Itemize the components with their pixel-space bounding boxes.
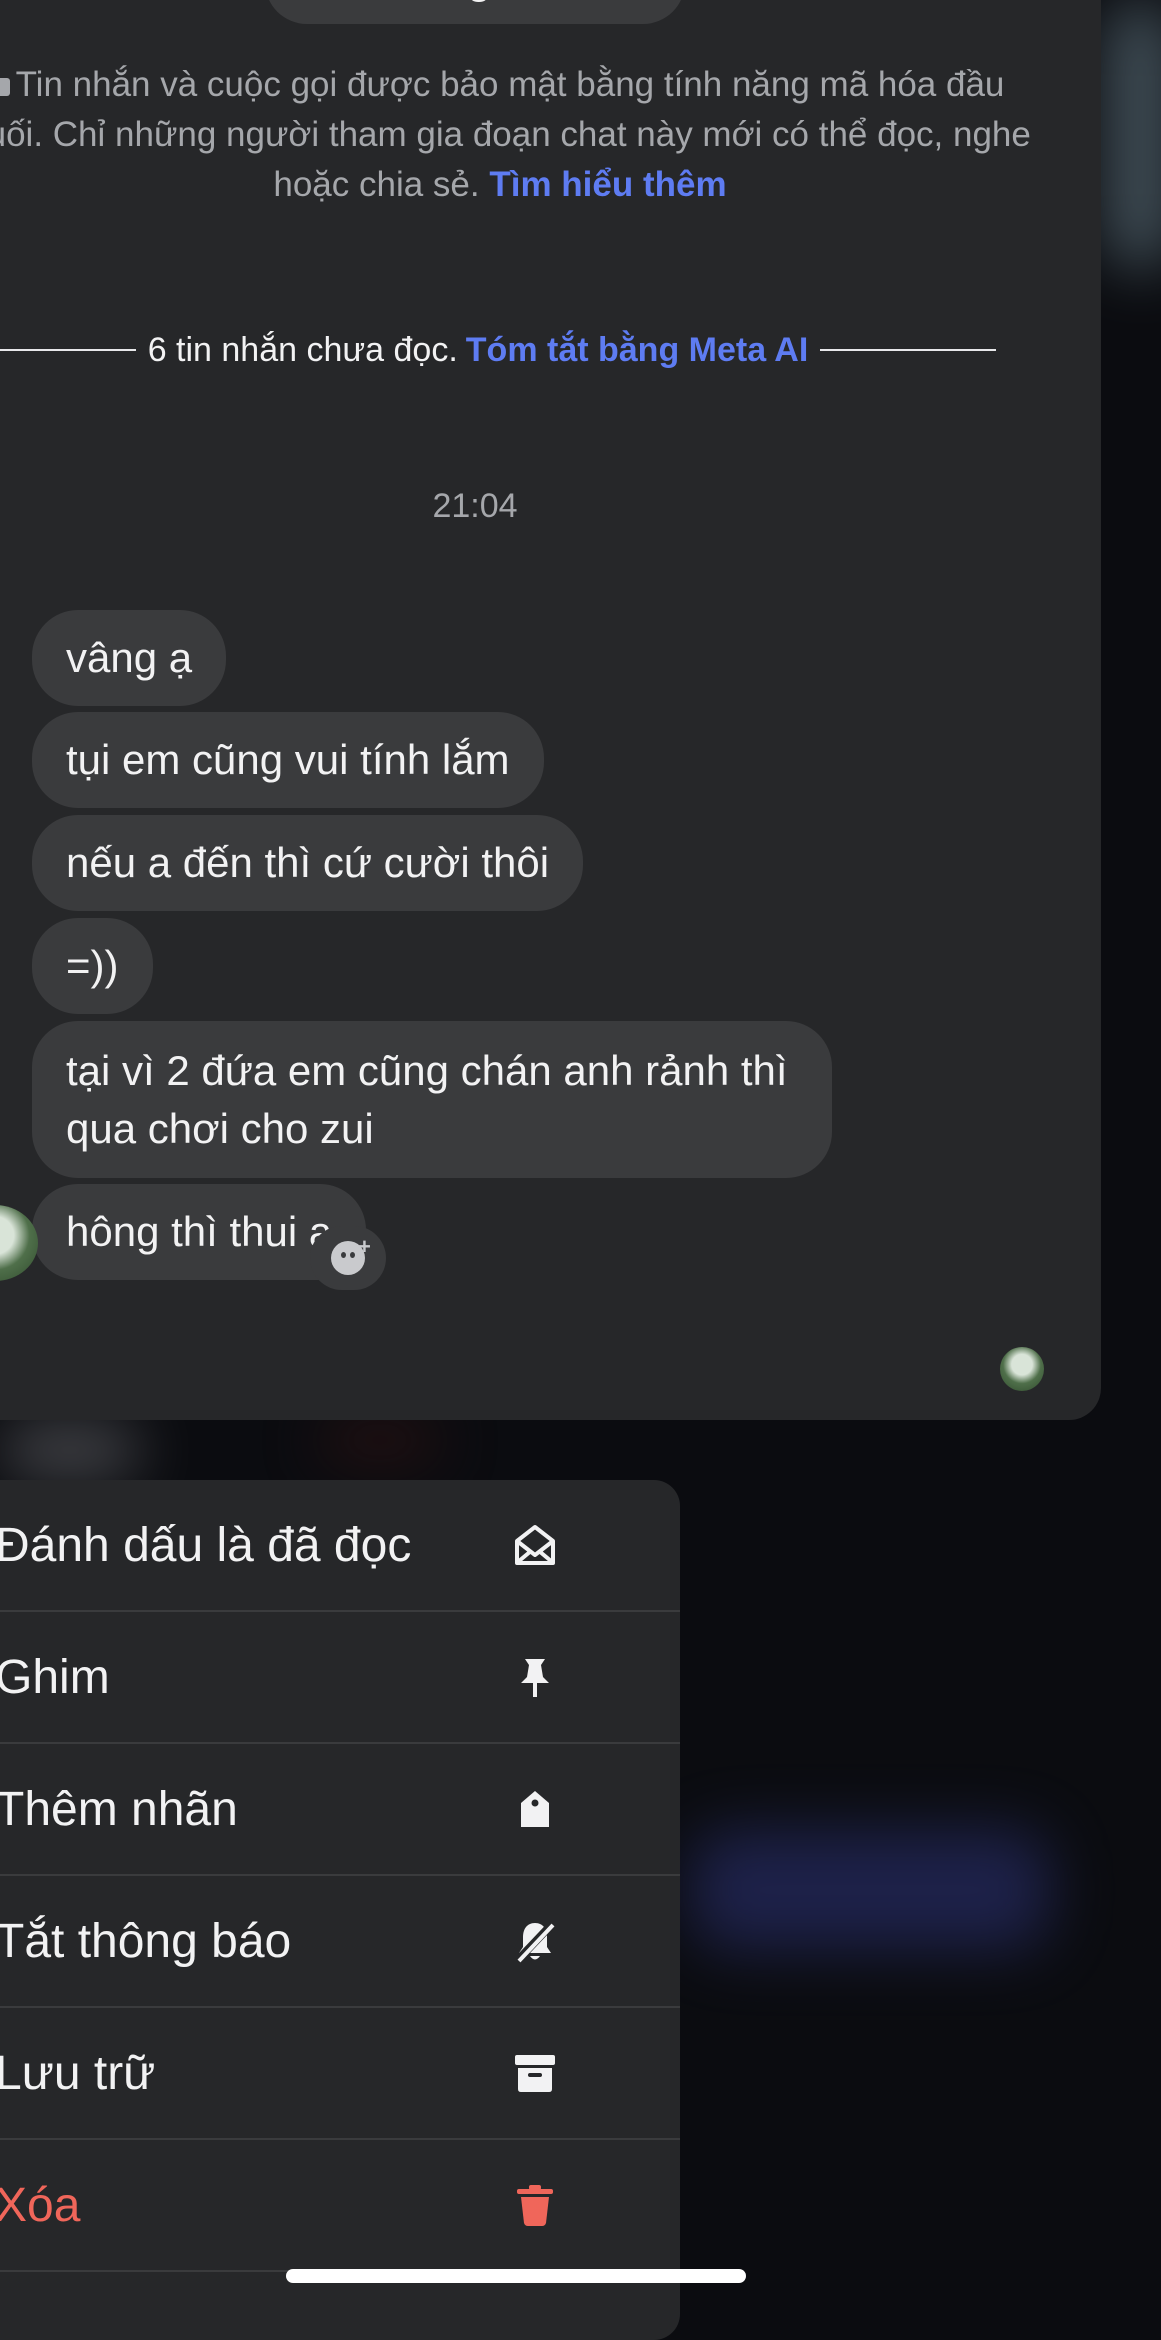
learn-more-link[interactable]: Tìm hiểu thêm: [489, 165, 726, 204]
archive-icon: [505, 2043, 565, 2103]
bell-slash-icon: [505, 1911, 565, 1971]
unread-count-text: 6 tin nhắn chưa đọc. Tóm tắt bằng Meta AI: [136, 331, 821, 370]
menu-item-label: Thêm nhãn: [0, 1782, 238, 1836]
plus-icon: +: [358, 1234, 371, 1259]
home-indicator[interactable]: [286, 2269, 746, 2283]
message-timestamp: 21:04: [432, 487, 518, 525]
encryption-notice: Tin nhắn và cuộc gọi được bảo mật bằng t…: [0, 60, 1040, 210]
view-profile-button[interactable]: Xem trang cá nhân: [265, 0, 685, 24]
divider-line: [0, 349, 136, 351]
background-blur: [0, 1420, 140, 1480]
unread-count-label: 6 tin nhắn chưa đọc.: [147, 330, 458, 369]
background-blur: [690, 1830, 1050, 1950]
meta-ai-summary-link[interactable]: Tóm tắt bằng Meta AI: [466, 331, 809, 369]
divider-line: [820, 349, 996, 351]
pin-icon: [505, 1647, 565, 1707]
unread-divider: 6 tin nhắn chưa đọc. Tóm tắt bằng Meta AI: [0, 325, 996, 375]
tag-icon: [505, 1779, 565, 1839]
menu-item-label: Ghim: [0, 1650, 110, 1704]
context-menu: Đánh dấu là đã đọc Ghim Thêm nhãn Tắt th…: [0, 1480, 680, 2340]
menu-item-label: Đánh dấu là đã đọc: [0, 1518, 412, 1572]
menu-item-mark-read[interactable]: Đánh dấu là đã đọc: [0, 1480, 680, 1612]
chat-preview-card: Xem trang cá nhân Tin nhắn và cuộc gọi đ…: [0, 0, 1101, 1420]
message-bubble[interactable]: tụi em cũng vui tính lắm: [32, 712, 544, 808]
sender-avatar[interactable]: [0, 1205, 38, 1281]
message-bubble[interactable]: =)): [32, 918, 153, 1014]
message-bubble[interactable]: vâng ạ: [32, 610, 227, 706]
background-blur: [320, 1420, 440, 1460]
menu-item-label: Lưu trữ: [0, 2046, 156, 2100]
read-receipt-avatar: [1000, 1347, 1044, 1391]
menu-item-label: Tắt thông báo: [0, 1914, 292, 1968]
menu-item-pin[interactable]: Ghim: [0, 1612, 680, 1744]
lock-icon: [0, 77, 10, 96]
menu-item-label: Xóa: [0, 2178, 81, 2232]
message-bubble[interactable]: nếu a đến thì cứ cười thôi: [32, 815, 584, 911]
envelope-open-icon: [505, 1515, 565, 1575]
add-reaction-button[interactable]: +: [310, 1226, 386, 1290]
menu-item-mute[interactable]: Tắt thông báo: [0, 1876, 680, 2008]
menu-item-delete[interactable]: Xóa: [0, 2140, 680, 2272]
message-bubble[interactable]: tại vì 2 đứa em cũng chán anh rảnh thì q…: [32, 1021, 832, 1178]
background-blur: [1105, 0, 1161, 270]
menu-item-add-label[interactable]: Thêm nhãn: [0, 1744, 680, 1876]
menu-item-archive[interactable]: Lưu trữ: [0, 2008, 680, 2140]
trash-icon: [505, 2175, 565, 2235]
